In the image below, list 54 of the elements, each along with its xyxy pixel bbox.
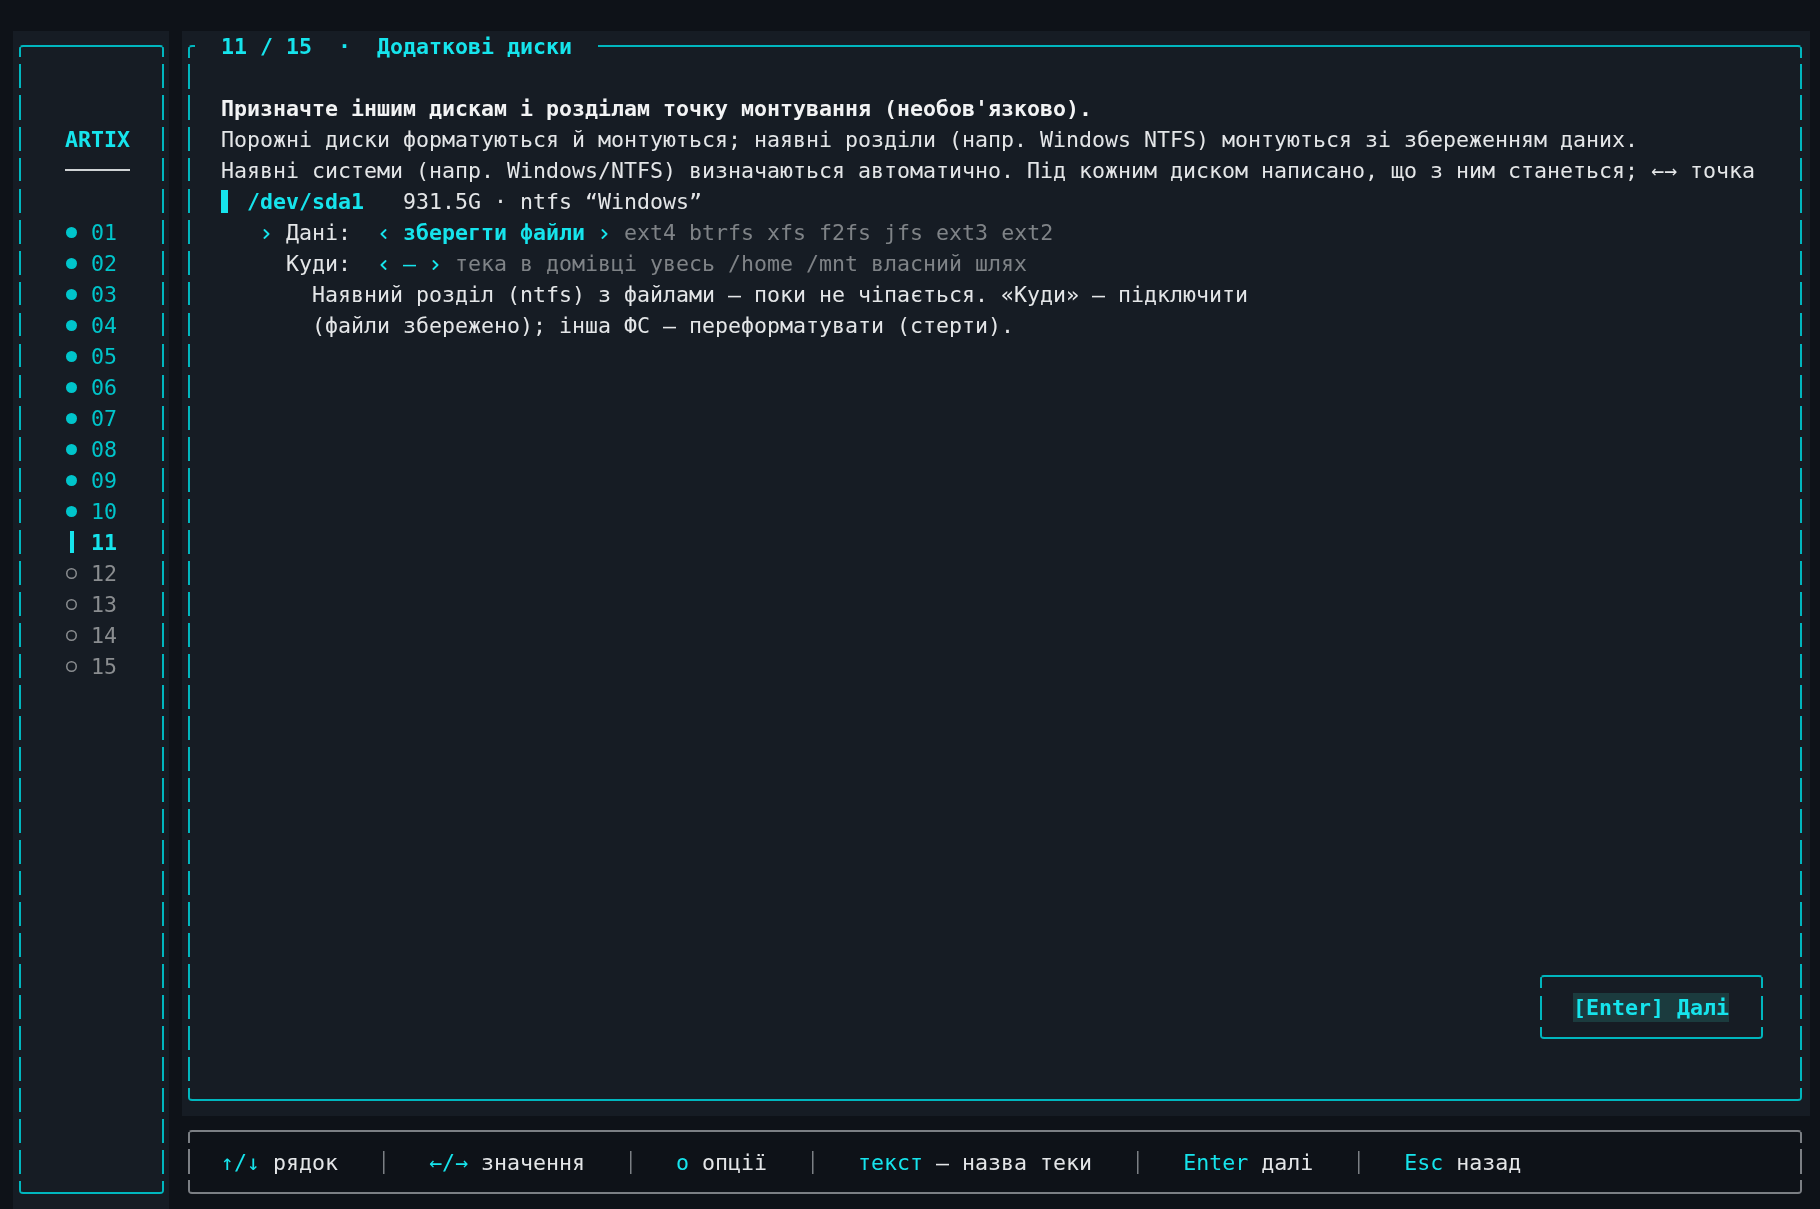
- option[interactable]: тека в домівці: [455, 247, 638, 279]
- shortcut-key: ↑/↓: [221, 1146, 260, 1178]
- step-number: 15: [91, 652, 117, 681]
- disk-note: Наявний розділ (ntfs) з файлами — поки не чіпається. «Куди» — підключити (файли збережено); інша ФС — переформатувати (стерти).: [312, 280, 1250, 340]
- device-info: 931.5G · ntfs “Windows”: [403, 187, 703, 216]
- shortcut-label: — назва теки: [936, 1148, 1093, 1177]
- step-number: 14: [91, 621, 117, 650]
- chevron-left-icon: [380, 229, 387, 239]
- step-number: 07: [91, 404, 117, 433]
- instruction-heading: Призначте іншим дискам і розділам точку монтування (необов'язково).: [221, 94, 1093, 123]
- step-number: 02: [91, 249, 117, 278]
- option[interactable]: jfs: [884, 216, 924, 248]
- option[interactable]: ext3: [936, 216, 989, 248]
- option[interactable]: ext2: [1001, 216, 1054, 248]
- shortcut-label: опції: [702, 1148, 768, 1177]
- shortcut-label: рядок: [273, 1148, 339, 1177]
- description-text: Порожні диски форматуються й монтуються; наявні розділи (напр. Windows NTFS) монтуються зі збереженням даних.: [221, 125, 1639, 154]
- step-number: 12: [91, 559, 117, 588]
- option[interactable]: btrfs: [689, 216, 755, 248]
- shortcut-label: назад: [1456, 1148, 1522, 1177]
- shortcut-key: ←/→: [429, 1146, 469, 1178]
- step-number: 09: [91, 466, 117, 495]
- device-name[interactable]: /dev/sda1: [247, 185, 364, 217]
- shortcut-key: Esc: [1404, 1146, 1444, 1178]
- option[interactable]: xfs: [767, 216, 807, 248]
- option[interactable]: —: [403, 247, 417, 279]
- step-number: 01: [91, 218, 117, 247]
- step-number: 13: [91, 590, 117, 619]
- shortcut-key: o: [676, 1146, 690, 1178]
- shortcut-key: Enter: [1183, 1146, 1249, 1178]
- option[interactable]: увесь /home: [650, 247, 794, 279]
- next-button[interactable]: [Enter] Далі: [1539, 975, 1763, 1039]
- field-label: Куди:: [286, 249, 351, 278]
- option[interactable]: f2fs: [819, 216, 872, 248]
- option[interactable]: зберегти файли: [403, 216, 586, 248]
- step-number: 10: [91, 497, 117, 526]
- step-number: 03: [91, 280, 117, 309]
- field-label: Дані:: [286, 218, 351, 247]
- option[interactable]: ext4: [624, 216, 677, 248]
- step-number: 08: [91, 435, 117, 464]
- chevron-left-icon: [380, 260, 387, 270]
- step-number: 04: [91, 311, 117, 340]
- brand-logo-text: ARTIX: [65, 125, 130, 154]
- option[interactable]: /mnt: [806, 247, 859, 279]
- shortcut-key: текст: [858, 1146, 924, 1178]
- shortcut-label: далі: [1261, 1148, 1314, 1177]
- chevron-right-icon: [432, 260, 440, 270]
- option[interactable]: власний шлях: [871, 247, 1028, 279]
- chevron-right-icon: [601, 229, 609, 239]
- step-number: 05: [91, 342, 117, 371]
- shortcut-label: значення: [481, 1148, 586, 1177]
- step-number: 11: [91, 528, 117, 557]
- step-number: 06: [91, 373, 117, 402]
- description-text: Наявні системи (напр. Windows/NTFS) визначаються автоматично. Під кожним диском написано, що з ним станеться; ←→ точка: [221, 156, 1756, 185]
